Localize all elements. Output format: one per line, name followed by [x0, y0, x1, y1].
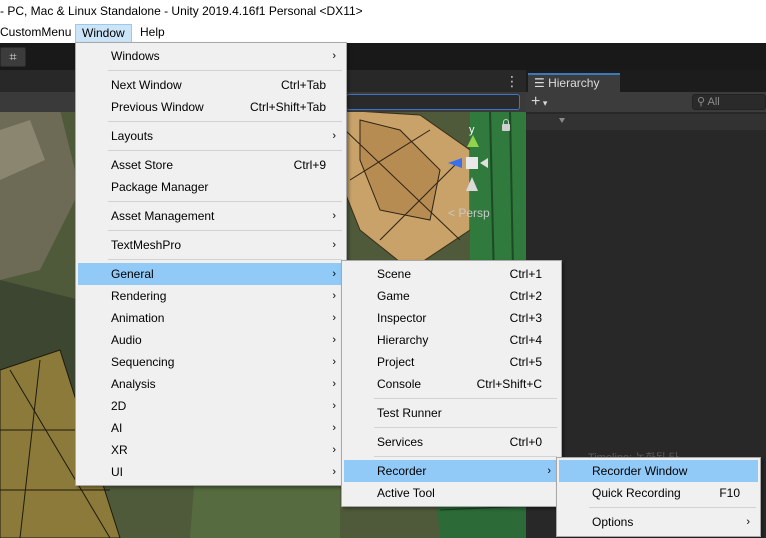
hierarchy-tab-label: Hierarchy: [548, 76, 600, 90]
menu-item-game[interactable]: Game Ctrl+2: [344, 285, 559, 307]
menu-custommenu[interactable]: CustomMenu: [0, 24, 77, 43]
menu-item-recorder-window[interactable]: Recorder Window: [559, 460, 758, 482]
menu-separator: [108, 259, 342, 260]
menu-item-quick-recording[interactable]: Quick Recording F10: [559, 482, 758, 504]
chevron-right-icon: ›: [332, 334, 336, 346]
menu-item-project[interactable]: Project Ctrl+5: [344, 351, 559, 373]
tab-hierarchy[interactable]: ☰ Hierarchy: [528, 73, 620, 92]
menu-item-test-runner[interactable]: Test Runner: [344, 402, 559, 424]
menu-help[interactable]: Help: [134, 24, 171, 43]
chevron-right-icon: ›: [332, 378, 336, 390]
menu-separator: [374, 427, 557, 428]
chevron-right-icon: ›: [332, 50, 336, 62]
chevron-right-icon: ›: [332, 290, 336, 302]
window-title-bar: - PC, Mac & Linux Standalone - Unity 201…: [0, 0, 766, 22]
chevron-right-icon: ›: [332, 130, 336, 142]
scene-search-input[interactable]: [346, 94, 520, 110]
gizmo-y-label: y: [469, 125, 475, 136]
menu-bar: CustomMenu Window Help: [0, 22, 766, 43]
menu-separator: [108, 121, 342, 122]
menu-item-services[interactable]: Services Ctrl+0: [344, 431, 559, 453]
menu-item-textmeshpro[interactable]: TextMeshPro ›: [78, 234, 344, 256]
menu-item-windows[interactable]: Windows ›: [78, 45, 344, 67]
menu-item-scene[interactable]: Scene Ctrl+1: [344, 263, 559, 285]
grid-snap-icon[interactable]: ⌗: [0, 47, 26, 67]
gizmo-z-cone[interactable]: [448, 158, 462, 168]
menu-separator: [108, 150, 342, 151]
menu-item-inspector[interactable]: Inspector Ctrl+3: [344, 307, 559, 329]
add-icon: +: [531, 93, 541, 110]
menu-item-layouts[interactable]: Layouts ›: [78, 125, 344, 147]
menu-window[interactable]: Window: [75, 24, 132, 43]
chevron-right-icon: ›: [332, 444, 336, 456]
menu-item-recorder[interactable]: Recorder ›: [344, 460, 559, 482]
window-menu: Windows › Next Window Ctrl+Tab Previous Wi…: [75, 42, 347, 486]
menu-item-console[interactable]: Console Ctrl+Shift+C: [344, 373, 559, 395]
menu-item-xr[interactable]: XR ›: [78, 439, 344, 461]
menu-item-rendering[interactable]: Rendering ›: [78, 285, 344, 307]
chevron-right-icon: ›: [332, 312, 336, 324]
menu-item-animation[interactable]: Animation ›: [78, 307, 344, 329]
menu-item-analysis[interactable]: Analysis ›: [78, 373, 344, 395]
chevron-right-icon: ›: [547, 465, 551, 477]
menu-item-general[interactable]: General ›: [78, 263, 344, 285]
chevron-right-icon: ›: [332, 356, 336, 368]
perspective-label[interactable]: < Persp: [448, 206, 490, 220]
menu-separator: [108, 201, 342, 202]
chevron-right-icon: ›: [746, 516, 750, 528]
more-options-icon[interactable]: ⋮: [505, 74, 519, 88]
menu-item-next-window[interactable]: Next Window Ctrl+Tab: [78, 74, 344, 96]
menu-item-sequencing[interactable]: Sequencing ›: [78, 351, 344, 373]
gizmo-neg-y-cone[interactable]: [466, 177, 478, 191]
persp-text: Persp: [458, 206, 490, 220]
general-submenu: Scene Ctrl+1 Game Ctrl+2 Inspector Ctrl+3 H…: [341, 260, 562, 507]
menu-item-active-tool[interactable]: Active Tool: [344, 482, 559, 504]
menu-item-ui[interactable]: UI ›: [78, 461, 344, 483]
menu-item-asset-management[interactable]: Asset Management ›: [78, 205, 344, 227]
menu-separator: [108, 230, 342, 231]
expand-arrow-icon[interactable]: [559, 118, 565, 123]
hierarchy-search-input[interactable]: ⚲ All: [692, 94, 766, 110]
menu-item-ai[interactable]: AI ›: [78, 417, 344, 439]
menu-separator: [589, 507, 756, 508]
menu-item-previous-window[interactable]: Previous Window Ctrl+Shift+Tab: [78, 96, 344, 118]
recorder-submenu: Recorder Window Quick Recording F10 Optio…: [556, 457, 761, 537]
menu-item-hierarchy[interactable]: Hierarchy Ctrl+4: [344, 329, 559, 351]
menu-item-asset-store[interactable]: Asset Store Ctrl+9: [78, 154, 344, 176]
orientation-gizmo[interactable]: y z: [434, 124, 510, 200]
window-title: - PC, Mac & Linux Standalone - Unity 201…: [0, 4, 363, 18]
add-object-button[interactable]: + ▾: [531, 92, 547, 113]
chevron-right-icon: ›: [332, 466, 336, 478]
gizmo-y-cone[interactable]: [467, 135, 479, 147]
chevron-right-icon: ›: [332, 210, 336, 222]
menu-item-2d[interactable]: 2D ›: [78, 395, 344, 417]
chevron-right-icon: ›: [332, 239, 336, 251]
chevron-right-icon: ›: [332, 400, 336, 412]
chevron-right-icon: ›: [332, 268, 336, 280]
menu-separator: [108, 70, 342, 71]
menu-item-options[interactable]: Options ›: [559, 511, 758, 533]
menu-item-package-manager[interactable]: Package Manager: [78, 176, 344, 198]
menu-separator: [374, 456, 557, 457]
gizmo-center-cube[interactable]: [466, 157, 478, 169]
menu-item-audio[interactable]: Audio ›: [78, 329, 344, 351]
menu-separator: [374, 398, 557, 399]
gizmo-x-cone[interactable]: [480, 158, 488, 168]
search-placeholder: All: [707, 96, 720, 108]
chevron-right-icon: ›: [332, 422, 336, 434]
